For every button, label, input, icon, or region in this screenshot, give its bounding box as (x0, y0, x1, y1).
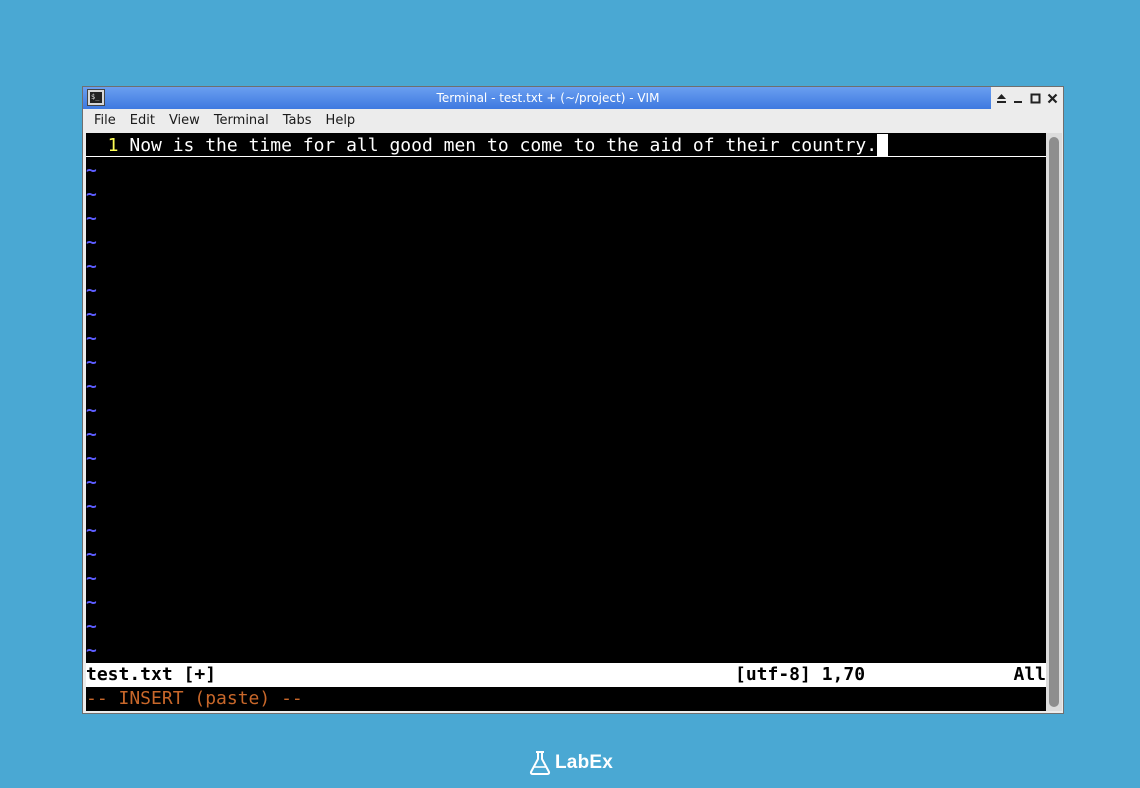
empty-line-marker: ~ (86, 568, 97, 589)
empty-line-marker: ~ (86, 640, 97, 661)
menu-file[interactable]: File (87, 109, 123, 132)
empty-line-marker: ~ (86, 400, 97, 421)
vim-status-line: test.txt [+] [utf-8] 1,70 All (86, 663, 1046, 687)
empty-line-marker: ~ (86, 424, 97, 445)
labex-logo: LabEx (528, 750, 613, 776)
empty-line-marker: ~ (86, 520, 97, 541)
terminal-app-icon[interactable]: $_ (87, 89, 105, 106)
empty-line-marker: ~ (86, 472, 97, 493)
empty-line-marker: ~ (86, 352, 97, 373)
window-controls (991, 87, 1063, 109)
empty-line-marker: ~ (86, 256, 97, 277)
scrollbar-thumb[interactable] (1049, 137, 1059, 707)
terminal-window: $_ Terminal - test.txt + (~/project) - V… (82, 86, 1064, 714)
eject-icon[interactable] (994, 91, 1009, 106)
empty-line-marker: ~ (86, 232, 97, 253)
empty-line-marker: ~ (86, 304, 97, 325)
menu-terminal[interactable]: Terminal (207, 109, 276, 132)
empty-line-marker: ~ (86, 184, 97, 205)
empty-line-marker: ~ (86, 616, 97, 637)
line-number: 1 (86, 135, 130, 156)
menu-view[interactable]: View (162, 109, 207, 132)
empty-line-marker: ~ (86, 328, 97, 349)
menu-edit[interactable]: Edit (123, 109, 162, 132)
window-title: Terminal - test.txt + (~/project) - VIM (436, 91, 660, 105)
minimize-icon[interactable] (1011, 91, 1026, 106)
status-filename: test.txt [+] (86, 664, 217, 685)
line-text: Now is the time for all good men to come… (129, 135, 878, 156)
empty-line-marker: ~ (86, 496, 97, 517)
empty-line-marker: ~ (86, 592, 97, 613)
text-cursor (877, 134, 889, 156)
terminal-area[interactable]: 1 Now is the time for all good men to co… (86, 133, 1046, 711)
logo-text: LabEx (555, 752, 614, 773)
vertical-scrollbar[interactable] (1046, 133, 1062, 711)
menu-tabs[interactable]: Tabs (276, 109, 319, 132)
menu-bar: File Edit View Terminal Tabs Help (83, 109, 1063, 132)
title-bar[interactable]: $_ Terminal - test.txt + (~/project) - V… (83, 87, 1063, 109)
empty-line-marker: ~ (86, 160, 97, 181)
maximize-icon[interactable] (1028, 91, 1043, 106)
empty-line-marker: ~ (86, 376, 97, 397)
empty-line-marker: ~ (86, 280, 97, 301)
status-encoding-position: [utf-8] 1,70 (735, 664, 866, 685)
editor-line-1[interactable]: 1 Now is the time for all good men to co… (86, 134, 1046, 157)
empty-line-marker: ~ (86, 208, 97, 229)
close-icon[interactable] (1045, 91, 1060, 106)
flask-icon (529, 751, 551, 775)
menu-help[interactable]: Help (319, 109, 363, 132)
empty-line-marker: ~ (86, 448, 97, 469)
status-scroll-position: All (1013, 664, 1046, 685)
vim-mode-indicator: -- INSERT (paste) -- (86, 688, 303, 709)
empty-line-marker: ~ (86, 544, 97, 565)
